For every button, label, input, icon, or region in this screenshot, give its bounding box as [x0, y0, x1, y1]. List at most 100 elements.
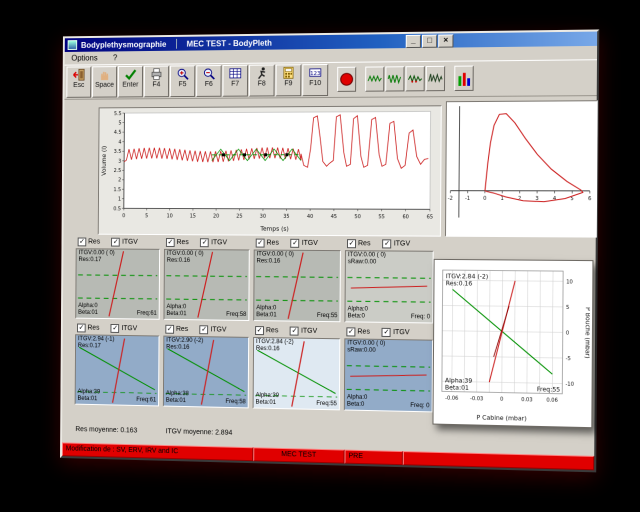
panel-res-value: Res:0.17 — [78, 343, 101, 350]
loop-chart: -2-10123456 — [445, 100, 598, 237]
checkbox-itgv-r1c4[interactable]: ✓ITGV — [383, 239, 411, 248]
toolbar-button-enter[interactable]: Enter — [118, 66, 143, 98]
checkbox-itgv-r2c2[interactable]: ✓ITGV — [200, 325, 227, 334]
checkbox-itgv-r1c3[interactable]: ✓ITGV — [291, 239, 318, 248]
runner-icon — [255, 67, 269, 80]
checkbox-itgv-box[interactable]: ✓ — [111, 324, 120, 333]
checkbox-itgv-box[interactable]: ✓ — [383, 239, 392, 248]
checkbox-itgv-box[interactable]: ✓ — [382, 328, 391, 337]
trial-panel-r2c1[interactable]: ITGV:2.94 (-1)Res:0.17Alpha:39Beta:01Fre… — [75, 334, 160, 406]
minimize-button[interactable]: _ — [406, 35, 421, 48]
svg-text:4: 4 — [553, 196, 556, 202]
record-button[interactable] — [337, 67, 356, 92]
trial-panel-r2c3[interactable]: ITGV:2.84 (-2)Res:0.16Alpha:39Beta:01Fre… — [253, 337, 341, 410]
trial-panel-r1c4[interactable]: ITGV:0.00 ( 0)sRaw:0.00Alpha:0Beta:0Freq… — [344, 250, 433, 323]
toolbar-button-f9[interactable]: F9 — [275, 64, 301, 96]
signal-view-button-3[interactable] — [405, 66, 424, 91]
toolbar-button-f4[interactable]: F4 — [144, 66, 169, 98]
checkbox-itgv-box[interactable]: ✓ — [291, 239, 300, 248]
toolbar-button-f6[interactable]: F6 — [196, 65, 222, 97]
checkbox-res-box[interactable]: ✓ — [78, 238, 87, 247]
signal-view-button-4[interactable] — [426, 66, 445, 91]
menu-item-help[interactable]: ? — [113, 53, 117, 62]
checkbox-itgv-box[interactable]: ✓ — [200, 325, 209, 334]
panel-freq-value: Freq:58 — [226, 312, 246, 319]
toolbar-label-enter: Enter — [122, 81, 138, 90]
checkbox-res-box[interactable]: ✓ — [255, 326, 264, 335]
trace-marker[interactable] — [285, 153, 288, 156]
panel-freq-value: Freq:58 — [225, 399, 245, 406]
checkbox-res-r2c2[interactable]: ✓Res — [165, 325, 188, 334]
checkbox-res-box[interactable]: ✓ — [346, 327, 355, 336]
svg-text:0: 0 — [500, 397, 503, 403]
trial-panel-r2c4[interactable]: ITGV:0.00 ( 0)sRaw:0.00Alpha:0Beta:0Freq… — [344, 338, 433, 412]
trace-marker[interactable] — [222, 153, 225, 156]
panel-beta-value: Beta:01 — [166, 311, 186, 318]
checkbox-res-r1c2[interactable]: ✓Res — [166, 238, 189, 247]
toolbar-button-f5[interactable]: F5 — [170, 65, 195, 97]
trial-panel-r1c3[interactable]: ITGV:0.00 ( 0)Res:0.16Alpha:0Beta:01Freq… — [253, 250, 341, 323]
checkbox-res-r1c1[interactable]: ✓Res — [78, 238, 100, 247]
toolbar-button-space[interactable]: Space — [92, 66, 117, 98]
close-button[interactable]: × — [438, 34, 453, 47]
volume-time-chart[interactable]: 5.554.543.532.521.510.505101520253035404… — [98, 105, 442, 236]
svg-text:0: 0 — [566, 330, 569, 336]
trial-panel-r1c2[interactable]: ITGV:0.00 ( 0)Res:0.16Alpha:0Beta:01Freq… — [163, 249, 249, 321]
checkbox-res-box[interactable]: ✓ — [166, 238, 175, 247]
hand-icon — [98, 68, 111, 81]
checkbox-row-r2c1: ✓Res ✓ITGV — [77, 323, 137, 335]
app-icon — [68, 40, 78, 50]
svg-text:0.06: 0.06 — [546, 397, 558, 403]
checkbox-res-box[interactable]: ✓ — [256, 239, 265, 248]
trace-marker[interactable] — [264, 153, 267, 156]
toolbar-label-f5: F5 — [179, 80, 187, 89]
toolbar-button-esc[interactable]: Esc — [66, 66, 91, 97]
checkbox-itgv-r1c2[interactable]: ✓ITGV — [200, 238, 227, 247]
checkbox-itgv-r2c4[interactable]: ✓ITGV — [382, 328, 410, 337]
checkbox-res-box[interactable]: ✓ — [165, 325, 174, 334]
checkbox-res-r1c3[interactable]: ✓Res — [256, 239, 279, 248]
panel-res-value: Res:0.16 — [167, 258, 190, 265]
checkbox-res-label: Res — [176, 326, 188, 333]
checkbox-res-box[interactable]: ✓ — [347, 239, 356, 248]
checkbox-itgv-box[interactable]: ✓ — [200, 238, 209, 247]
checkbox-res-box[interactable]: ✓ — [77, 324, 86, 333]
checkbox-itgv-box[interactable]: ✓ — [111, 238, 120, 247]
maximize-button[interactable]: □ — [422, 35, 437, 48]
checkbox-row-r2c4: ✓Res ✓ITGV — [346, 326, 409, 338]
checkbox-itgv-box[interactable]: ✓ — [290, 327, 299, 336]
checkbox-row-r2c2: ✓Res✓ITGV — [165, 324, 226, 336]
svg-text:5: 5 — [118, 120, 121, 126]
signal-view-button-1[interactable] — [365, 66, 384, 91]
toolbar-button-f10[interactable]: 123F10 — [302, 64, 328, 96]
trace-marker[interactable] — [243, 153, 246, 156]
checkbox-itgv-r2c3[interactable]: ✓ITGV — [290, 327, 317, 336]
panel-res-value: Res:0.17 — [78, 257, 101, 264]
res-mean-text: Res moyenne: 0.163 — [75, 426, 137, 434]
toolbar-button-f7[interactable]: F7 — [222, 65, 248, 97]
panel-freq-value: Freq: 0 — [410, 403, 429, 410]
checkbox-itgv-label: ITGV — [394, 240, 411, 247]
svg-text:0.03: 0.03 — [521, 397, 533, 403]
checkbox-res-r2c4[interactable]: ✓Res — [346, 327, 370, 336]
signal-view-button-2[interactable] — [385, 66, 404, 91]
svg-text:Temps (s): Temps (s) — [259, 227, 288, 233]
panel-beta-value: Beta:0 — [347, 402, 364, 409]
zoom-in-icon — [176, 67, 190, 80]
checkbox-res-r1c4[interactable]: ✓Res — [347, 239, 371, 248]
svg-text:Volume (l): Volume (l) — [102, 146, 108, 176]
checkbox-res-r2c3[interactable]: ✓Res — [255, 326, 278, 335]
panel-beta-value: Beta:0 — [347, 313, 364, 320]
grid-icon — [228, 67, 242, 80]
checkbox-res-r2c1[interactable]: ✓Res — [77, 324, 99, 333]
checkbox-itgv-r1c1[interactable]: ✓ITGV — [111, 238, 137, 247]
checkbox-itgv-r2c1[interactable]: ✓ITGV — [111, 324, 137, 333]
toolbar-button-f8[interactable]: F8 — [249, 65, 275, 97]
checkbox-row-r1c1: ✓Res ✓ITGV — [78, 237, 138, 248]
menu-item-options[interactable]: Options — [71, 54, 97, 63]
svg-text:-10: -10 — [565, 382, 574, 388]
trial-panel-r1c1[interactable]: ITGV:0.00 ( 0)Res:0.17Alpha:0Beta:01Freq… — [75, 248, 160, 320]
color-bars-button[interactable] — [454, 66, 474, 91]
svg-text:50: 50 — [354, 214, 360, 220]
trial-panel-r2c2[interactable]: ITGV:2.90 (-2)Res:0.16Alpha:38Beta:01Fre… — [163, 336, 249, 409]
